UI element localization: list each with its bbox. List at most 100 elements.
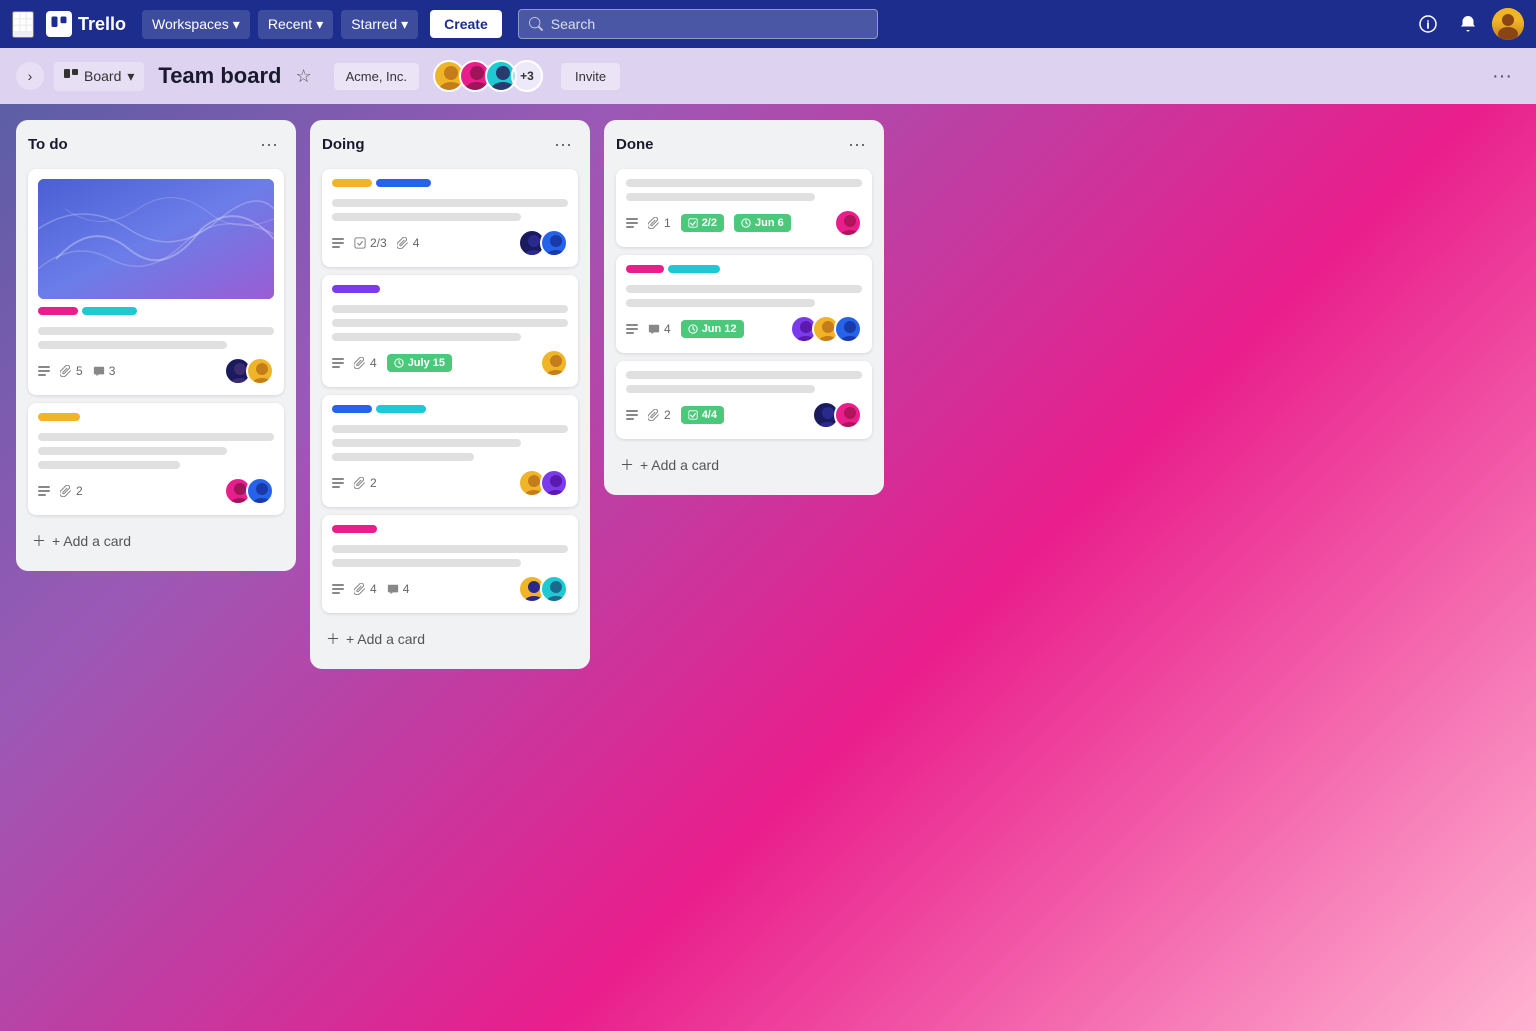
card-menu-icon	[332, 478, 344, 488]
card-avatars	[812, 401, 862, 429]
grid-menu-button[interactable]	[12, 11, 34, 38]
star-button[interactable]: ☆	[291, 62, 315, 91]
card-date-badge: Jun 12	[681, 320, 744, 338]
card-avatar	[834, 401, 862, 429]
card-line	[626, 371, 862, 379]
card-attachments: 4	[354, 582, 377, 596]
column-menu-todo[interactable]: ···	[254, 132, 284, 157]
board-view-button[interactable]: Board ▾	[54, 62, 144, 91]
card-attachments: 5	[60, 364, 83, 378]
card-menu-icon	[626, 218, 638, 228]
card-comments: 4	[648, 322, 671, 336]
card-attachments: 2	[648, 408, 671, 422]
add-card-doing[interactable]: ＋ + Add a card	[322, 621, 578, 657]
card-done-2[interactable]: 4 Jun 12	[616, 255, 872, 353]
create-button[interactable]: Create	[430, 10, 502, 38]
app-header: Trello Workspaces ▾ Recent ▾ Starred ▾ C…	[0, 0, 1536, 48]
card-menu-icon	[332, 584, 344, 594]
card-line	[626, 299, 815, 307]
card-avatar	[834, 209, 862, 237]
column-title-todo: To do	[28, 136, 68, 153]
column-menu-doing[interactable]: ···	[548, 132, 578, 157]
board-icon	[64, 69, 78, 83]
card-attachments: 2	[354, 476, 377, 490]
tag-teal	[668, 265, 720, 273]
tag-pink	[38, 307, 78, 315]
card-line	[332, 545, 568, 553]
member-avatars: +3	[433, 60, 543, 92]
notifications-button[interactable]	[1452, 8, 1484, 40]
tag-purple	[332, 285, 380, 293]
card-attachments: 4	[397, 236, 420, 250]
card-footer: 2	[38, 477, 274, 505]
sidebar-toggle-button[interactable]: ›	[16, 62, 44, 90]
tag-yellow	[332, 179, 372, 187]
user-avatar[interactable]	[1492, 8, 1524, 40]
workspaces-button[interactable]: Workspaces ▾	[142, 10, 250, 39]
card-line	[626, 179, 862, 187]
column-done: Done ··· 1 2/2 Jun 6	[604, 120, 884, 495]
column-header-todo: To do ···	[28, 132, 284, 157]
card-done-3[interactable]: 2 4/4	[616, 361, 872, 439]
trello-logo[interactable]: Trello	[46, 11, 126, 37]
card-menu-icon	[332, 238, 344, 248]
member-extra-badge[interactable]: +3	[511, 60, 543, 92]
card-footer: 4 Jun 12	[626, 315, 862, 343]
info-button[interactable]	[1412, 8, 1444, 40]
card-avatar	[246, 357, 274, 385]
card-menu-icon	[332, 358, 344, 368]
starred-button[interactable]: Starred ▾	[341, 10, 418, 39]
card-line	[38, 327, 274, 335]
card-tags	[332, 179, 568, 195]
card-line	[332, 453, 474, 461]
card-date-badge: Jun 6	[734, 214, 791, 232]
card-tags	[38, 307, 274, 323]
card-avatars	[540, 349, 568, 377]
card-avatars	[790, 315, 862, 343]
card-doing-4[interactable]: 4 4	[322, 515, 578, 613]
card-avatars	[224, 477, 274, 505]
card-line	[38, 433, 274, 441]
card-avatar	[540, 229, 568, 257]
column-menu-done[interactable]: ···	[842, 132, 872, 157]
workspace-chip[interactable]: Acme, Inc.	[334, 63, 419, 90]
card-line	[38, 461, 180, 469]
tag-teal	[376, 405, 426, 413]
card-footer: 2	[332, 469, 568, 497]
card-avatars	[834, 209, 862, 237]
tag-pink	[626, 265, 664, 273]
board-title: Team board	[158, 63, 281, 89]
search-box[interactable]: Search	[518, 9, 878, 39]
card-tags	[332, 405, 568, 421]
tag-blue	[376, 179, 431, 187]
recent-button[interactable]: Recent ▾	[258, 10, 333, 39]
card-line	[332, 199, 568, 207]
invite-button[interactable]: Invite	[561, 63, 620, 90]
card-doing-3[interactable]: 2	[322, 395, 578, 507]
board-more-button[interactable]: ···	[1484, 61, 1520, 92]
card-done-1[interactable]: 1 2/2 Jun 6	[616, 169, 872, 247]
card-footer: 1 2/2 Jun 6	[626, 209, 862, 237]
card-doing-2[interactable]: 4 July 15	[322, 275, 578, 387]
card-doing-1[interactable]: 2/3 4	[322, 169, 578, 267]
card-due-date: July 15	[387, 354, 452, 372]
card-todo-1[interactable]: 5 3	[28, 169, 284, 395]
card-attachments: 1	[648, 216, 671, 230]
card-todo-2[interactable]: 2	[28, 403, 284, 515]
column-title-doing: Doing	[322, 136, 365, 153]
card-line	[332, 213, 521, 221]
card-line	[38, 341, 227, 349]
card-avatar	[540, 575, 568, 603]
card-line	[332, 319, 568, 327]
add-card-todo[interactable]: ＋ + Add a card	[28, 523, 284, 559]
card-avatar	[540, 349, 568, 377]
card-footer: 2 4/4	[626, 401, 862, 429]
column-header-doing: Doing ···	[322, 132, 578, 157]
card-avatar	[246, 477, 274, 505]
add-card-done[interactable]: ＋ + Add a card	[616, 447, 872, 483]
card-avatar	[834, 315, 862, 343]
card-attachments: 2	[60, 484, 83, 498]
card-avatars	[518, 469, 568, 497]
card-line	[38, 447, 227, 455]
card-line	[332, 333, 521, 341]
